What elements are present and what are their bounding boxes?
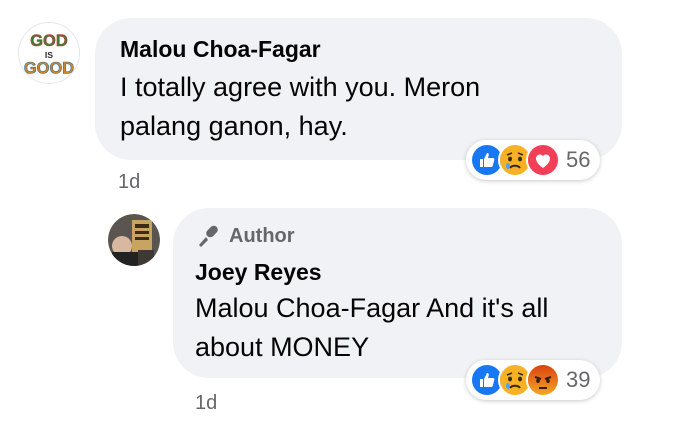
reply-text: Malou Choa-Fagar And it's all bbox=[195, 293, 549, 323]
author-badge: Author bbox=[195, 223, 295, 249]
commenter-avatar[interactable]: GOD IS GOOD bbox=[18, 22, 80, 84]
angry-icon bbox=[526, 363, 560, 397]
author-profile-photo bbox=[108, 214, 160, 266]
reply-timestamp[interactable]: 1d bbox=[195, 392, 217, 415]
svg-text:GOOD: GOOD bbox=[24, 59, 74, 77]
reaction-summary[interactable]: 56 bbox=[466, 140, 601, 180]
svg-text:GOD: GOD bbox=[30, 32, 68, 50]
comment-timestamp[interactable]: 1d bbox=[118, 171, 140, 194]
microphone-icon bbox=[199, 225, 218, 247]
reply-author-name[interactable]: Joey Reyes bbox=[195, 259, 322, 286]
comment-text-line-1: I totally agree with you. Meron bbox=[120, 72, 481, 102]
reply-text-line-2: about MONEY bbox=[195, 332, 370, 362]
author-badge-label: Author bbox=[229, 224, 295, 247]
comment-author-name[interactable]: Malou Choa-Fagar bbox=[120, 36, 321, 63]
reply-reaction-count: 39 bbox=[566, 367, 591, 392]
comment-text-line-2: palang ganon, hay. bbox=[120, 111, 348, 141]
love-icon bbox=[526, 143, 560, 177]
reply-text-line-1: Malou Choa-Fagar And it's all bbox=[195, 289, 548, 328]
reaction-count: 56 bbox=[566, 147, 591, 172]
reply-reaction-summary[interactable]: 39 bbox=[466, 360, 601, 400]
svg-text:IS: IS bbox=[45, 50, 53, 60]
god-is-good-logo: GOD IS GOOD bbox=[19, 23, 79, 83]
author-avatar[interactable] bbox=[108, 214, 160, 266]
